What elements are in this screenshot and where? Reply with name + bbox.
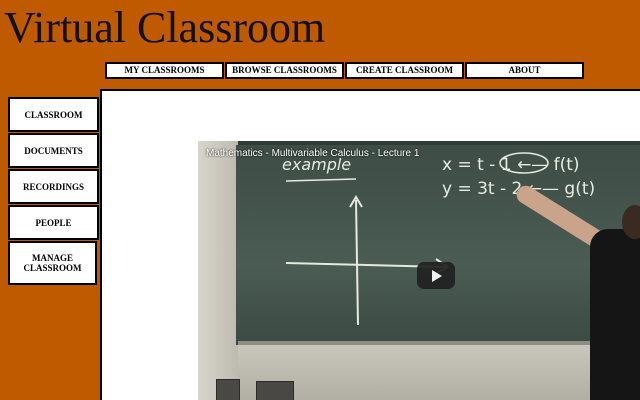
nav-browse-classrooms-button[interactable]: BROWSE CLASSROOMS — [225, 62, 344, 79]
sidebar-item-classroom[interactable]: CLASSROOM — [8, 97, 99, 132]
lecturer — [590, 229, 640, 400]
chalkboard: example x = t - 1 ←— f(t) y = 3t - 2 ←— … — [236, 145, 640, 345]
nav-create-classroom-button[interactable]: CREATE CLASSROOM — [345, 62, 464, 79]
video-title[interactable]: Mathematics - Multivariable Calculus - L… — [206, 148, 419, 159]
lab-equipment — [256, 381, 294, 400]
sidebar-item-people[interactable]: PEOPLE — [8, 205, 99, 240]
play-icon — [432, 270, 442, 282]
play-button[interactable] — [417, 262, 455, 289]
chalk-underline — [285, 178, 357, 182]
chalk-drawing — [285, 152, 549, 326]
wall-bottom — [238, 345, 640, 400]
chalk-y-axis — [355, 199, 359, 326]
sidebar-item-manage-classroom[interactable]: MANAGE CLASSROOM — [8, 241, 97, 285]
sidebar-item-documents[interactable]: DOCUMENTS — [8, 133, 99, 168]
sidebar-item-recordings[interactable]: RECORDINGS — [8, 169, 99, 204]
nav-my-classrooms-button[interactable]: MY CLASSROOMS — [105, 62, 224, 79]
video-player[interactable]: example x = t - 1 ←— f(t) y = 3t - 2 ←— … — [198, 141, 640, 400]
nav-about-button[interactable]: ABOUT — [465, 62, 584, 79]
lab-equipment — [216, 379, 240, 400]
wall-left — [198, 141, 238, 400]
site-title: Virtual Classroom — [4, 3, 326, 52]
chalk-equation-x: x = t - 1 ←— f(t) — [442, 155, 580, 175]
